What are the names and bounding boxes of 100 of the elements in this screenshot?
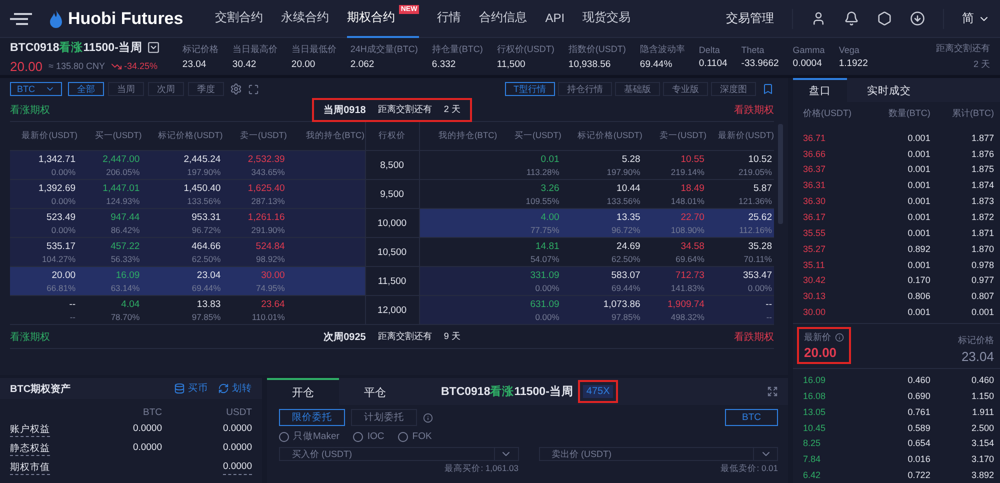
period-tab[interactable]: 全部	[68, 82, 104, 96]
order-tab[interactable]: 开仓	[267, 378, 339, 405]
ask-row[interactable]: 30.13 0.806 0.807	[793, 288, 1000, 304]
percent-text: 54.07%	[530, 254, 560, 264]
percent-text: 113.28%	[526, 166, 560, 176]
nav-link[interactable]: API	[545, 0, 565, 38]
option-quote-row[interactable]: 523.49 0.00% 947.44 86.42% 953.31 96.72% 1,261.16 291.90%	[10, 209, 364, 237]
percent-text: 121.36%	[738, 196, 772, 206]
view-tab[interactable]: 基础版	[615, 82, 660, 96]
option-quote-row[interactable]: -- -- 4.04 78.70% 13.83 97.85% 23.64 110.01%	[10, 296, 364, 324]
period-tab[interactable]: 季度	[188, 82, 224, 96]
bid-row[interactable]: 13.05 0.761 1.911	[793, 404, 1000, 420]
order-option-radio[interactable]: FOK	[398, 431, 432, 442]
buy-price-box[interactable]: 买入价 (USDT)	[279, 447, 518, 461]
delivery-countdown: 2 天	[973, 58, 990, 71]
fullscreen-icon[interactable]	[248, 84, 259, 94]
order-type-tab[interactable]: 计划委托	[351, 409, 417, 426]
column-header: 累计(BTC)	[951, 107, 994, 120]
sell-price-field[interactable]: 卖出价 (USDT)	[550, 448, 753, 460]
option-quote-row[interactable]: 14.81 54.07% 24.69 62.50% 34.58 69.64% 35.28 70.11%	[420, 238, 774, 266]
language-selector[interactable]: 简	[962, 10, 990, 27]
bookmark-icon[interactable]	[762, 83, 774, 95]
option-quote-row[interactable]: 331.09 0.00% 583.07 69.44% 712.73 141.83% 353.47 0.00%	[420, 267, 774, 295]
order-option-radio[interactable]: IOC	[353, 431, 384, 442]
buy-price-field[interactable]: 买入价 (USDT)	[290, 448, 494, 460]
info-icon[interactable]	[835, 333, 844, 342]
bid-row[interactable]: 6.42 0.722 3.892	[793, 467, 1000, 483]
nav-link[interactable]: 永续合约	[281, 0, 330, 38]
percent-text: 0.00%	[535, 312, 560, 322]
unit-button[interactable]: BTC	[725, 409, 778, 426]
bell-icon[interactable]	[844, 11, 859, 26]
ask-row[interactable]: 35.11 0.001 0.978	[793, 256, 1000, 272]
price-text: 10.44	[616, 182, 640, 194]
stat-label: Delta	[698, 44, 721, 54]
price-text: 712.73	[675, 270, 704, 280]
order-type-tab[interactable]: 限价委托	[279, 409, 345, 426]
period-tab[interactable]: 当周	[108, 82, 144, 96]
view-tab[interactable]: 深度图	[711, 82, 756, 96]
price-text: 953.31	[192, 212, 221, 222]
option-quote-row[interactable]: 3.26 109.55% 10.44 133.56% 18.49 148.01% 5.87 121.36%	[420, 180, 774, 208]
option-quote-row[interactable]: 4.00 77.75% 13.35 96.72% 22.70 108.90% 25.62 112.16%	[420, 209, 774, 237]
option-quote-row[interactable]: 0.01 113.28% 5.28 197.90% 10.55 219.14% 10.52 219.05%	[420, 151, 774, 179]
percent-text: 74.95%	[256, 282, 285, 292]
ask-row[interactable]: 36.66 0.001 1.876	[793, 146, 1000, 162]
price-text: 2,532.39	[248, 154, 285, 164]
nav-link[interactable]: 现货交易	[582, 0, 631, 38]
hexagon-icon[interactable]	[877, 11, 892, 26]
view-tab[interactable]: T型行情	[504, 82, 555, 96]
nav-link[interactable]: 交割合约	[215, 0, 264, 38]
nav-link[interactable]: 合约信息	[479, 0, 528, 38]
order-tab[interactable]: 平仓	[339, 378, 411, 405]
asset-label: 静态权益	[10, 442, 50, 456]
period-tab[interactable]: 次周	[148, 82, 184, 96]
countdown-value: 9 天	[444, 330, 460, 343]
ask-row[interactable]: 35.55 0.001 1.871	[793, 224, 1000, 241]
bid-row[interactable]: 8.25 0.654 3.154	[793, 436, 1000, 452]
user-icon[interactable]	[811, 11, 826, 26]
orderbook-tab[interactable]: 盘口	[793, 78, 847, 102]
order-option-radio[interactable]: 只做Maker	[279, 430, 340, 443]
dropdown-icon[interactable]	[147, 40, 160, 54]
ask-row[interactable]: 35.27 0.892 1.870	[793, 240, 1000, 257]
ask-row[interactable]: 36.31 0.001 1.874	[793, 177, 1000, 194]
delivery-label: 距离交割还有	[936, 42, 990, 55]
ask-row[interactable]: 36.30 0.001 1.873	[793, 193, 1000, 210]
view-tab[interactable]: 专业版	[663, 82, 708, 96]
asset-select[interactable]: BTC	[10, 82, 62, 96]
nav-link[interactable]: 行情	[437, 0, 462, 38]
contract-name: BTC0918看涨11500-当周	[10, 40, 142, 54]
option-quote-row[interactable]: 20.00 66.81% 16.09 63.14% 23.04 69.44% 30.00 74.95%	[10, 267, 364, 295]
view-tab[interactable]: 持仓行情	[558, 82, 612, 96]
price-text: 4.04	[121, 298, 140, 310]
option-quote-row[interactable]: 1,392.69 0.00% 1,447.01 124.93% 1,450.40 133.56% 1,625.40 287.13%	[10, 180, 364, 208]
percent-text: 148.01%	[670, 196, 704, 206]
option-quote-row[interactable]: 631.09 0.00% 1,073.86 97.85% 1,909.74 498.32% -- --	[420, 296, 774, 324]
asset-label: 期权市值	[10, 461, 50, 475]
price-text: 35.28	[748, 240, 772, 252]
ask-row[interactable]: 36.37 0.001 1.875	[793, 161, 1000, 178]
expand-icon[interactable]	[767, 386, 778, 397]
bid-row[interactable]: 7.84 0.016 3.170	[793, 451, 1000, 468]
bid-row[interactable]: 16.08 0.690 1.150	[793, 388, 1000, 404]
stat-value: 2.062	[350, 59, 376, 70]
sell-price-box[interactable]: 卖出价 (USDT)	[538, 447, 778, 461]
info-icon[interactable]	[423, 412, 433, 422]
trade-management-link[interactable]: 交易管理	[726, 10, 774, 27]
menu-icon[interactable]	[10, 12, 32, 26]
option-quote-row[interactable]: 1,342.71 0.00% 2,447.00 206.05% 2,445.24 197.90% 2,532.39 343.65%	[10, 151, 364, 179]
bid-row[interactable]: 10.45 0.589 2.500	[793, 420, 1000, 436]
download-icon[interactable]	[910, 11, 925, 26]
asset-action-link[interactable]: 买币	[174, 382, 208, 395]
asset-action-link[interactable]: 划转	[218, 382, 252, 395]
bid-row[interactable]: 16.09 0.460 0.460	[793, 372, 1000, 388]
settings-icon[interactable]	[230, 83, 242, 95]
ask-row[interactable]: 36.17 0.001 1.872	[793, 209, 1000, 225]
call-options-title: 看涨期权	[10, 104, 50, 116]
percent-text: 0.00%	[51, 166, 76, 176]
ask-row[interactable]: 30.00 0.001 0.001	[793, 304, 1000, 320]
option-quote-row[interactable]: 535.17 104.27% 457.22 56.33% 464.66 62.50% 524.84 98.92%	[10, 238, 364, 266]
ask-row[interactable]: 30.42 0.170 0.977	[793, 272, 1000, 288]
percent-text: 78.70%	[110, 312, 140, 322]
ask-row[interactable]: 36.71 0.001 1.877	[793, 130, 1000, 146]
